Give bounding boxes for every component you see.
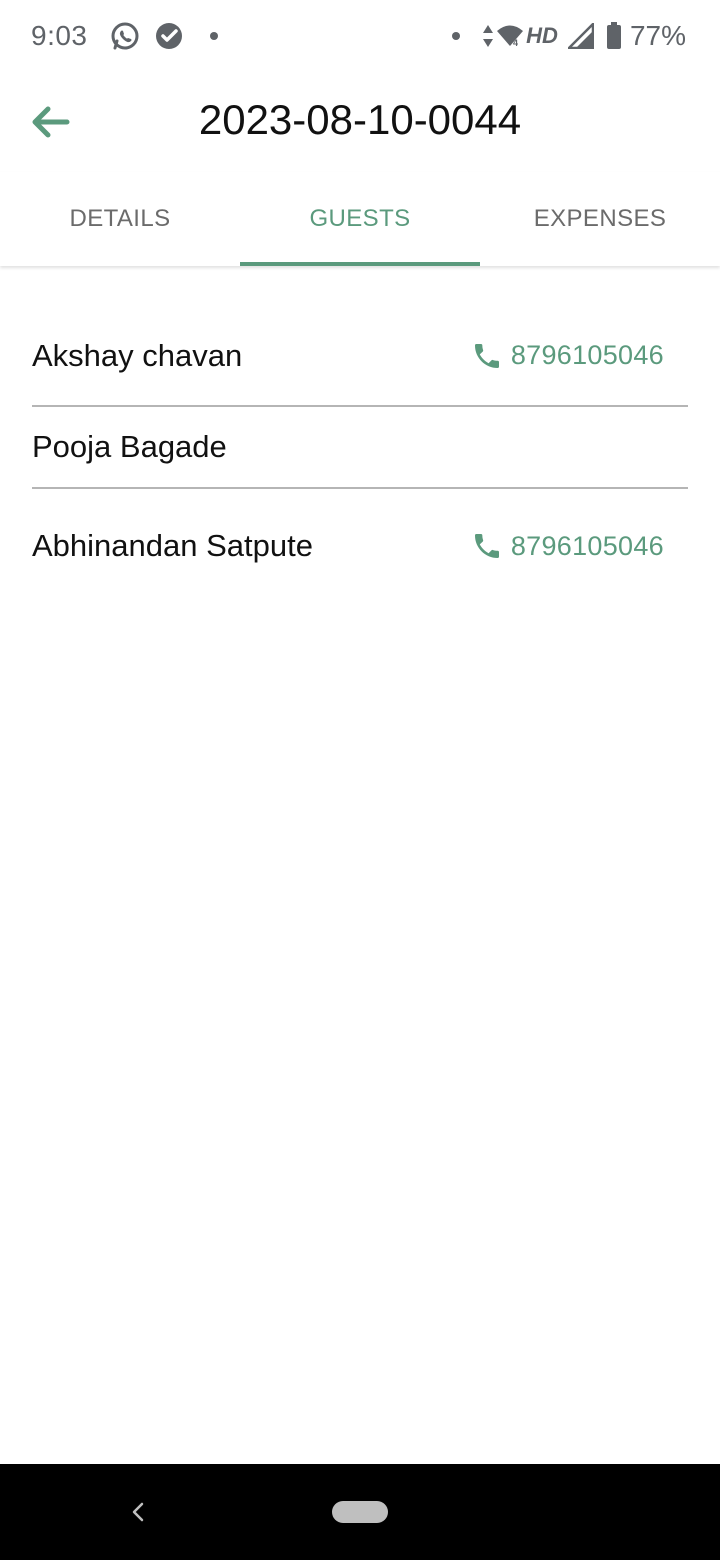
- wifi-icon: 4: [497, 25, 524, 48]
- tab-details[interactable]: DETAILS: [0, 172, 240, 266]
- list-item[interactable]: Abhinandan Satpute 8796105046: [32, 489, 688, 603]
- status-bar-right: 4 HD 77%: [452, 18, 686, 54]
- list-item[interactable]: Akshay chavan 8796105046: [32, 306, 688, 407]
- signal-icon: [567, 23, 594, 49]
- guest-phone-number: 8796105046: [510, 530, 664, 561]
- network-hd-label: HD: [526, 23, 558, 48]
- battery-percent: 77%: [629, 20, 686, 51]
- whatsapp-icon: [111, 22, 138, 50]
- phone-icon: [474, 534, 499, 558]
- guest-name: Akshay chavan: [32, 337, 243, 373]
- status-bar-left: 9:03: [31, 18, 218, 54]
- app-bar: 2023-08-10-0044: [0, 72, 720, 172]
- nav-back-icon[interactable]: [126, 1498, 150, 1526]
- phone-icon: [474, 343, 499, 368]
- guest-list: Akshay chavan 8796105046 Pooja Bagade Ab…: [32, 306, 688, 603]
- status-time: 9:03: [31, 20, 88, 51]
- nav-home-pill[interactable]: [332, 1501, 388, 1523]
- guest-name: Abhinandan Satpute: [32, 528, 313, 563]
- notification-dot: [209, 32, 218, 40]
- system-nav-bar: [0, 1464, 720, 1560]
- list-item[interactable]: Pooja Bagade: [32, 407, 688, 489]
- tab-bar: DETAILS GUESTS EXPENSES: [0, 172, 720, 266]
- guest-phone-number: 8796105046: [510, 340, 664, 370]
- status-bar: 9:03 4 HD 77%: [0, 0, 720, 72]
- battery-icon: [606, 22, 621, 49]
- guest-name: Pooja Bagade: [32, 429, 227, 464]
- guest-phone-link[interactable]: 8796105046: [471, 340, 664, 372]
- page-title: 2023-08-10-0044: [198, 96, 522, 143]
- guest-phone-link[interactable]: 8796105046: [471, 530, 664, 562]
- tab-guests[interactable]: GUESTS: [240, 172, 480, 266]
- svg-text:4: 4: [513, 38, 518, 48]
- tab-expenses[interactable]: EXPENSES: [480, 172, 720, 266]
- data-arrows-icon: [483, 25, 494, 47]
- notification-dot-right: [452, 32, 461, 40]
- check-circle-icon: [155, 23, 182, 49]
